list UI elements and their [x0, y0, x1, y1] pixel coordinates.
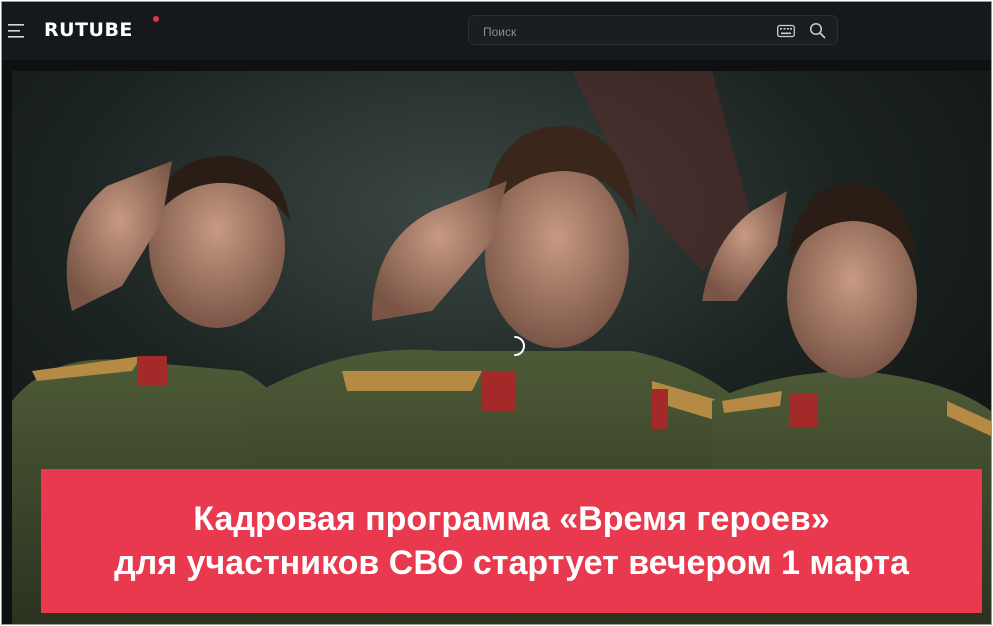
top-bar: RUTUBE — [2, 2, 991, 60]
search-input[interactable] — [481, 21, 775, 43]
banner-line-1: Кадровая программа «Время героев» — [193, 500, 830, 538]
keyboard-icon[interactable] — [777, 24, 795, 38]
search-box — [468, 15, 838, 45]
banner-line-2: для участников СВО стартует вечером 1 ма… — [114, 544, 909, 582]
video-player[interactable]: Кадровая программа «Время героев» для уч… — [12, 71, 991, 624]
hamburger-menu-icon[interactable] — [8, 23, 26, 39]
news-banner: Кадровая программа «Время героев» для уч… — [41, 469, 982, 613]
search-icon[interactable] — [809, 22, 826, 39]
browser-viewport: RUTUBE Поиск Кадровая программа «Время г… — [1, 1, 992, 625]
logo-accent-dot — [153, 16, 159, 22]
rutube-logo[interactable]: RUTUBE — [44, 19, 133, 43]
loading-spinner-icon — [514, 336, 525, 356]
